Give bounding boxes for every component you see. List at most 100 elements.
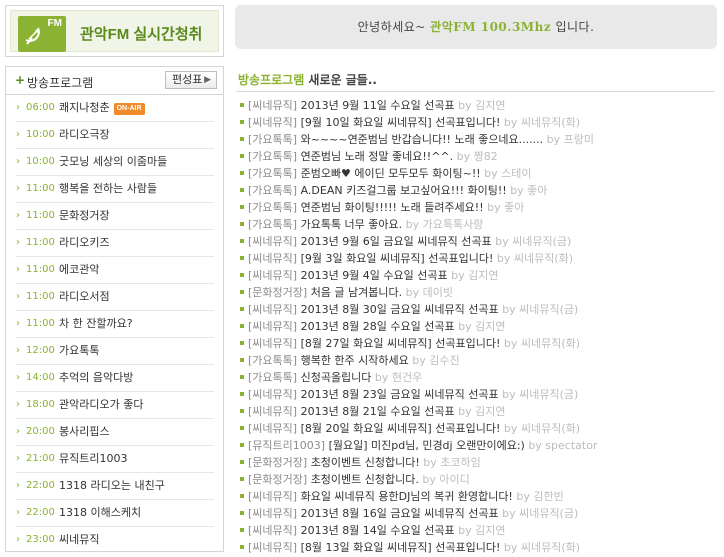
post-category[interactable]: [씨네뮤직] [248,320,297,333]
post-title[interactable]: A.DEAN 키즈걸그룹 보고싶어요!!! 화이팅!! [301,184,507,197]
post-item[interactable]: [씨네뮤직] 2013년 8월 16일 금요일 씨네뮤직 선곡표 by 씨네뮤직… [240,505,720,522]
program-name[interactable]: 라디오서점 [59,284,110,310]
post-title[interactable]: [8월 27일 화요일 씨네뮤직] 선곡표입니다! [301,337,501,350]
program-name[interactable]: 차 한 잔할까요? [59,311,133,337]
program-item[interactable]: › 14:00 추억의 음악다방 [16,365,214,392]
post-title[interactable]: 행복한 한주 시작하세요 [301,354,409,367]
post-category[interactable]: [씨네뮤직] [248,252,297,265]
program-name[interactable]: 에코관악 [59,257,99,283]
program-item[interactable]: › 06:00 쾌지나청춘 ON-AIR [16,95,214,122]
program-name[interactable]: 추억의 음악다방 [59,365,133,391]
post-category[interactable]: [씨네뮤직] [248,388,297,401]
post-item[interactable]: [문화정거장] 처음 글 남겨봅니다. by 데이빗 [240,284,720,301]
post-category[interactable]: [씨네뮤직] [248,235,297,248]
post-item[interactable]: [뮤직트리1003] [월요일] 미진pd님, 민경dj 오랜만이에요:) by… [240,437,720,454]
post-category[interactable]: [씨네뮤직] [248,269,297,282]
program-item[interactable]: › 20:00 봉사리핍스 [16,419,214,446]
post-title[interactable]: 와~~~~연준범님 반갑습니다!! 노래 좋으네요....... [301,133,544,146]
program-name[interactable]: 씨네뮤직 [59,527,99,551]
post-title[interactable]: [9월 3일 화요일 씨네뮤직] 선곡표입니다! [301,252,494,265]
post-title[interactable]: 연준범님 화이팅!!!!! 노래 들려주세요!! [301,201,484,214]
post-item[interactable]: [가요톡톡] 연준범님 노래 정말 좋네요!!^^. by 짱82 [240,148,720,165]
post-item[interactable]: [가요톡톡] 와~~~~연준범님 반갑습니다!! 노래 좋으네요....... … [240,131,720,148]
post-item[interactable]: [씨네뮤직] [8월 20일 화요일 씨네뮤직] 선곡표입니다! by 씨네뮤직… [240,420,720,437]
post-title[interactable]: [월요일] 미진pd님, 민경dj 오랜만이에요:) [329,439,525,452]
program-item[interactable]: › 11:00 라디오키즈 [16,230,214,257]
post-category[interactable]: [가요톡톡] [248,371,297,384]
post-title[interactable]: 2013년 8월 21일 수요일 선곡표 [301,405,455,418]
program-item[interactable]: › 11:00 행복을 전하는 사람들 [16,176,214,203]
post-title[interactable]: 2013년 9월 4일 수요일 선곡표 [301,269,448,282]
post-title[interactable]: 화요일 씨네뮤직 용한DJ님의 복귀 환영합니다! [301,490,513,503]
post-title[interactable]: 신청곡올립니다 [301,371,372,384]
post-title[interactable]: 2013년 9월 11일 수요일 선곡표 [301,99,455,112]
post-item[interactable]: [씨네뮤직] 2013년 8월 23일 금요일 씨네뮤직 선곡표 by 씨네뮤직… [240,386,720,403]
program-item[interactable]: › 11:00 문화정거장 [16,203,214,230]
post-category[interactable]: [씨네뮤직] [248,99,297,112]
post-item[interactable]: [가요톡톡] 가요톡톡 너무 좋아요. by 가요톡톡사랑 [240,216,720,233]
post-category[interactable]: [문화정거장] [248,456,307,469]
post-category[interactable]: [씨네뮤직] [248,524,297,537]
program-item[interactable]: › 11:00 라디오서점 [16,284,214,311]
post-item[interactable]: [가요톡톡] 행복한 한주 시작하세요 by 김수진 [240,352,720,369]
program-item[interactable]: › 21:00 뮤직트리1003 [16,446,214,473]
post-item[interactable]: [씨네뮤직] 2013년 8월 30일 금요일 씨네뮤직 선곡표 by 씨네뮤직… [240,301,720,318]
post-item[interactable]: [가요톡톡] 연준범님 화이팅!!!!! 노래 들려주세요!! by 좋아 [240,199,720,216]
program-name[interactable]: 문화정거장 [59,203,110,229]
schedule-button[interactable]: 편성표 ▶ [165,71,217,89]
post-title[interactable]: 연준범님 노래 정말 좋네요!!^^. [301,150,454,163]
post-item[interactable]: [씨네뮤직] 2013년 8월 28일 수요일 선곡표 by 김지연 [240,318,720,335]
post-category[interactable]: [가요톡톡] [248,133,297,146]
post-item[interactable]: [가요톡톡] A.DEAN 키즈걸그룹 보고싶어요!!! 화이팅!! by 좋아 [240,182,720,199]
program-name[interactable]: 가요톡톡 [59,338,99,364]
program-name[interactable]: 관악라디오가 좋다 [59,392,143,418]
post-item[interactable]: [씨네뮤직] 2013년 9월 4일 수요일 선곡표 by 김지연 [240,267,720,284]
program-item[interactable]: › 22:00 1318 라디오는 내친구 [16,473,214,500]
program-name[interactable]: 쾌지나청춘 ON-AIR [59,95,145,121]
post-item[interactable]: [씨네뮤직] [8월 27일 화요일 씨네뮤직] 선곡표입니다! by 씨네뮤직… [240,335,720,352]
post-title[interactable]: 초청이벤트 신청합니다! [311,456,420,469]
program-item[interactable]: › 22:00 1318 이해스케치 [16,500,214,527]
post-item[interactable]: [씨네뮤직] 2013년 9월 11일 수요일 선곡표 by 김지연 [240,97,720,114]
post-category[interactable]: [씨네뮤직] [248,541,297,554]
program-name[interactable]: 라디오키즈 [59,230,110,256]
program-name[interactable]: 굿모닝 세상의 이줌마들 [59,149,167,175]
program-name[interactable]: 뮤직트리1003 [59,446,127,472]
post-item[interactable]: [씨네뮤직] [8월 13일 화요일 씨네뮤직] 선곡표입니다! by 씨네뮤직… [240,539,720,556]
post-title[interactable]: 2013년 9월 6일 금요일 씨네뮤직 선곡표 [301,235,492,248]
post-category[interactable]: [가요톡톡] [248,354,297,367]
post-category[interactable]: [뮤직트리1003] [248,439,325,452]
post-category[interactable]: [문화정거장] [248,286,307,299]
post-item[interactable]: [씨네뮤직] [9월 10일 화요일 씨네뮤직] 선곡표입니다! by 씨네뮤직… [240,114,720,131]
post-item[interactable]: [문화정거장] 초청이벤트 신청합니다. by 아이디 [240,471,720,488]
post-category[interactable]: [문화정거장] [248,473,307,486]
post-item[interactable]: [씨네뮤직] 2013년 8월 14일 수요일 선곡표 by 김지연 [240,522,720,539]
post-title[interactable]: [8월 20일 화요일 씨네뮤직] 선곡표입니다! [301,422,501,435]
post-title[interactable]: 초청이벤트 신청합니다. [311,473,419,486]
post-category[interactable]: [가요톡톡] [248,218,297,231]
post-title[interactable]: 2013년 8월 14일 수요일 선곡표 [301,524,455,537]
live-listen-title[interactable]: 관악FM 실시간청취 [80,23,202,44]
program-name[interactable]: 봉사리핍스 [59,419,110,445]
post-category[interactable]: [씨네뮤직] [248,303,297,316]
program-name[interactable]: 라디오극장 [59,122,110,148]
post-title[interactable]: 2013년 8월 28일 수요일 선곡표 [301,320,455,333]
post-title[interactable]: 처음 글 남겨봅니다. [311,286,402,299]
program-item[interactable]: › 11:00 차 한 잔할까요? [16,311,214,338]
post-category[interactable]: [가요톡톡] [248,167,297,180]
post-category[interactable]: [가요톡톡] [248,184,297,197]
post-item[interactable]: [씨네뮤직] 화요일 씨네뮤직 용한DJ님의 복귀 환영합니다! by 김한빈 [240,488,720,505]
post-item[interactable]: [가요톡톡] 신청곡올립니다 by 현건우 [240,369,720,386]
post-category[interactable]: [가요톡톡] [248,150,297,163]
program-name[interactable]: 1318 라디오는 내친구 [59,473,165,499]
post-category[interactable]: [씨네뮤직] [248,422,297,435]
post-title[interactable]: 준범오빠♥ 에이딘 모두모두 화이팅~!! [301,167,481,180]
post-category[interactable]: [씨네뮤직] [248,116,297,129]
program-name[interactable]: 1318 이해스케치 [59,500,141,526]
posts-title-green[interactable]: 방송프로그램 [238,73,304,87]
post-title[interactable]: 2013년 8월 16일 금요일 씨네뮤직 선곡표 [301,507,499,520]
program-item[interactable]: › 23:00 씨네뮤직 [16,527,214,551]
post-category[interactable]: [가요톡톡] [248,201,297,214]
program-name[interactable]: 행복을 전하는 사람들 [59,176,157,202]
post-item[interactable]: [씨네뮤직] 2013년 8월 21일 수요일 선곡표 by 김지연 [240,403,720,420]
